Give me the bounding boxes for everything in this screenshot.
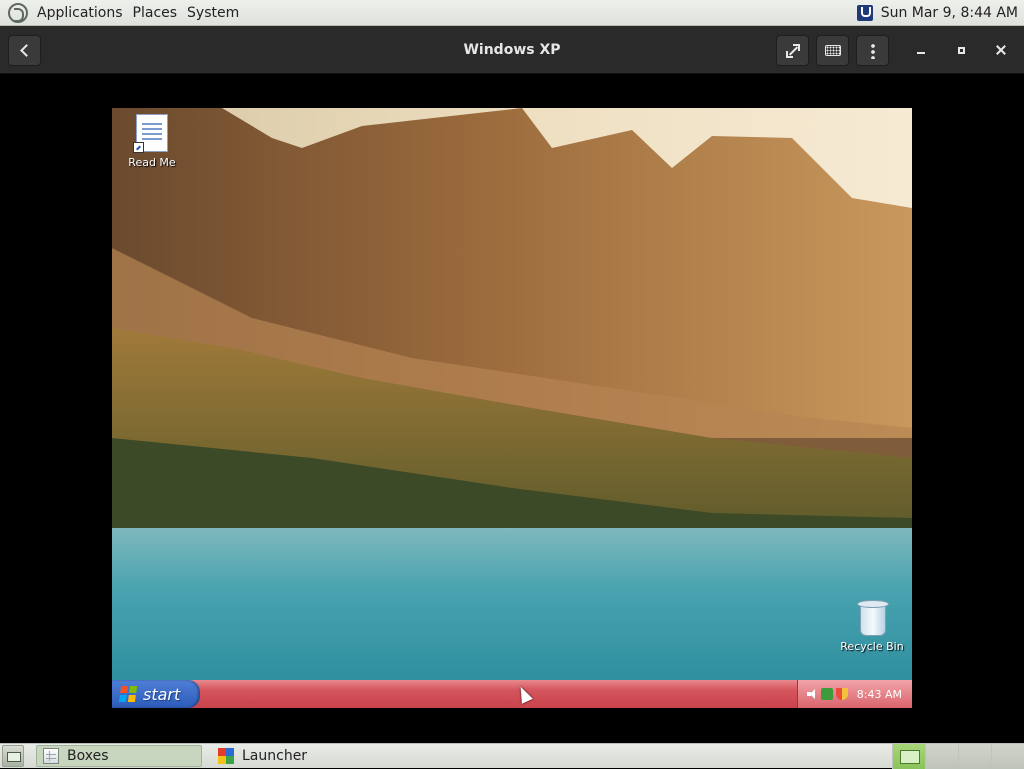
desktop-icon-read-me[interactable]: Read Me <box>112 114 192 169</box>
vm-display[interactable]: Read Me Recycle Bin start 8:43 AM <box>112 108 912 708</box>
boxes-app-icon <box>43 748 59 764</box>
recycle-bin-icon <box>857 598 889 636</box>
desktop-icon-label: Recycle Bin <box>840 640 904 653</box>
workspace-1[interactable] <box>892 743 925 769</box>
menu-system[interactable]: System <box>182 0 244 26</box>
volume-icon[interactable] <box>806 688 818 700</box>
show-desktop-icon[interactable] <box>2 745 24 767</box>
desktop-icon-label: Read Me <box>128 156 176 169</box>
minimize-icon <box>917 52 925 54</box>
wallpaper-landscape <box>112 108 912 578</box>
keyboard-button[interactable] <box>816 35 849 66</box>
security-shield-icon[interactable] <box>835 688 848 700</box>
workspace-3[interactable] <box>958 743 991 769</box>
update-notifier-icon[interactable] <box>856 4 873 21</box>
top-clock[interactable]: Sun Mar 9, 8:44 AM <box>881 5 1018 21</box>
shortcut-arrow-icon <box>133 142 144 153</box>
start-label: start <box>143 684 181 704</box>
vertical-dots-icon <box>870 42 875 59</box>
xp-clock[interactable]: 8:43 AM <box>857 688 902 701</box>
taskbar-item-boxes[interactable]: Boxes <box>36 745 202 767</box>
start-button[interactable]: start <box>112 680 200 708</box>
boxes-headerbar: Windows XP <box>0 26 1024 74</box>
desktop-icon-recycle-bin[interactable]: Recycle Bin <box>832 598 912 653</box>
maximize-icon <box>957 46 965 54</box>
fullscreen-button[interactable] <box>776 35 809 66</box>
taskbar-item-label: Boxes <box>67 748 109 764</box>
launcher-app-icon <box>218 748 234 764</box>
menu-places[interactable]: Places <box>128 0 183 26</box>
fullscreen-icon <box>785 43 800 58</box>
menu-applications[interactable]: Applications <box>32 0 128 26</box>
minimize-button[interactable] <box>909 38 933 62</box>
taskbar-item-label: Launcher <box>242 748 308 764</box>
xp-system-tray: 8:43 AM <box>796 680 912 708</box>
network-icon[interactable] <box>820 688 833 700</box>
taskbar-item-launcher[interactable]: Launcher <box>212 745 313 767</box>
top-panel-tray: Sun Mar 9, 8:44 AM <box>856 4 1024 21</box>
windows-flag-icon <box>118 686 138 702</box>
menu-button[interactable] <box>856 35 889 66</box>
close-icon <box>995 44 1007 56</box>
document-icon <box>133 114 168 153</box>
xp-taskbar: start 8:43 AM <box>112 680 912 708</box>
distro-logo-icon[interactable] <box>8 2 28 23</box>
keyboard-icon <box>824 45 841 56</box>
top-panel: Applications Places System Sun Mar 9, 8:… <box>0 0 1024 26</box>
close-button[interactable] <box>989 38 1013 62</box>
wallpaper-sea <box>112 528 912 680</box>
workspace-switcher <box>892 743 1024 769</box>
workspace-2[interactable] <box>925 743 958 769</box>
maximize-button[interactable] <box>949 38 973 62</box>
workspace-4[interactable] <box>991 743 1024 769</box>
bottom-panel: Boxes Launcher <box>0 743 1024 769</box>
